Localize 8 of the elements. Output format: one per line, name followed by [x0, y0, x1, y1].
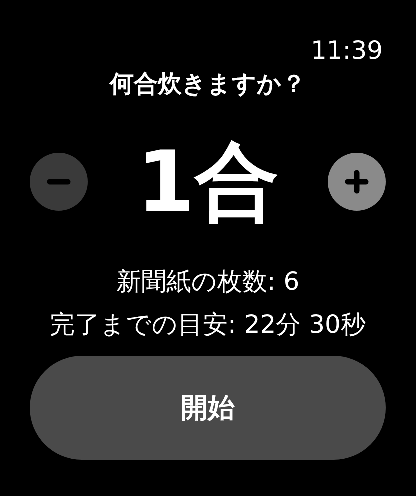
start-button[interactable]: 開始 [30, 356, 386, 460]
plus-icon [344, 170, 369, 194]
clock-time: 11:39 [310, 36, 383, 66]
info-text: 完了までの目安: 22分 30秒 [50, 309, 366, 341]
info-text: 新聞紙の枚数: 6 [116, 266, 300, 298]
question-title: 何合炊きますか？ [110, 69, 306, 99]
rice-amount-value: 1合 [136, 137, 280, 227]
minus-icon [47, 179, 71, 185]
